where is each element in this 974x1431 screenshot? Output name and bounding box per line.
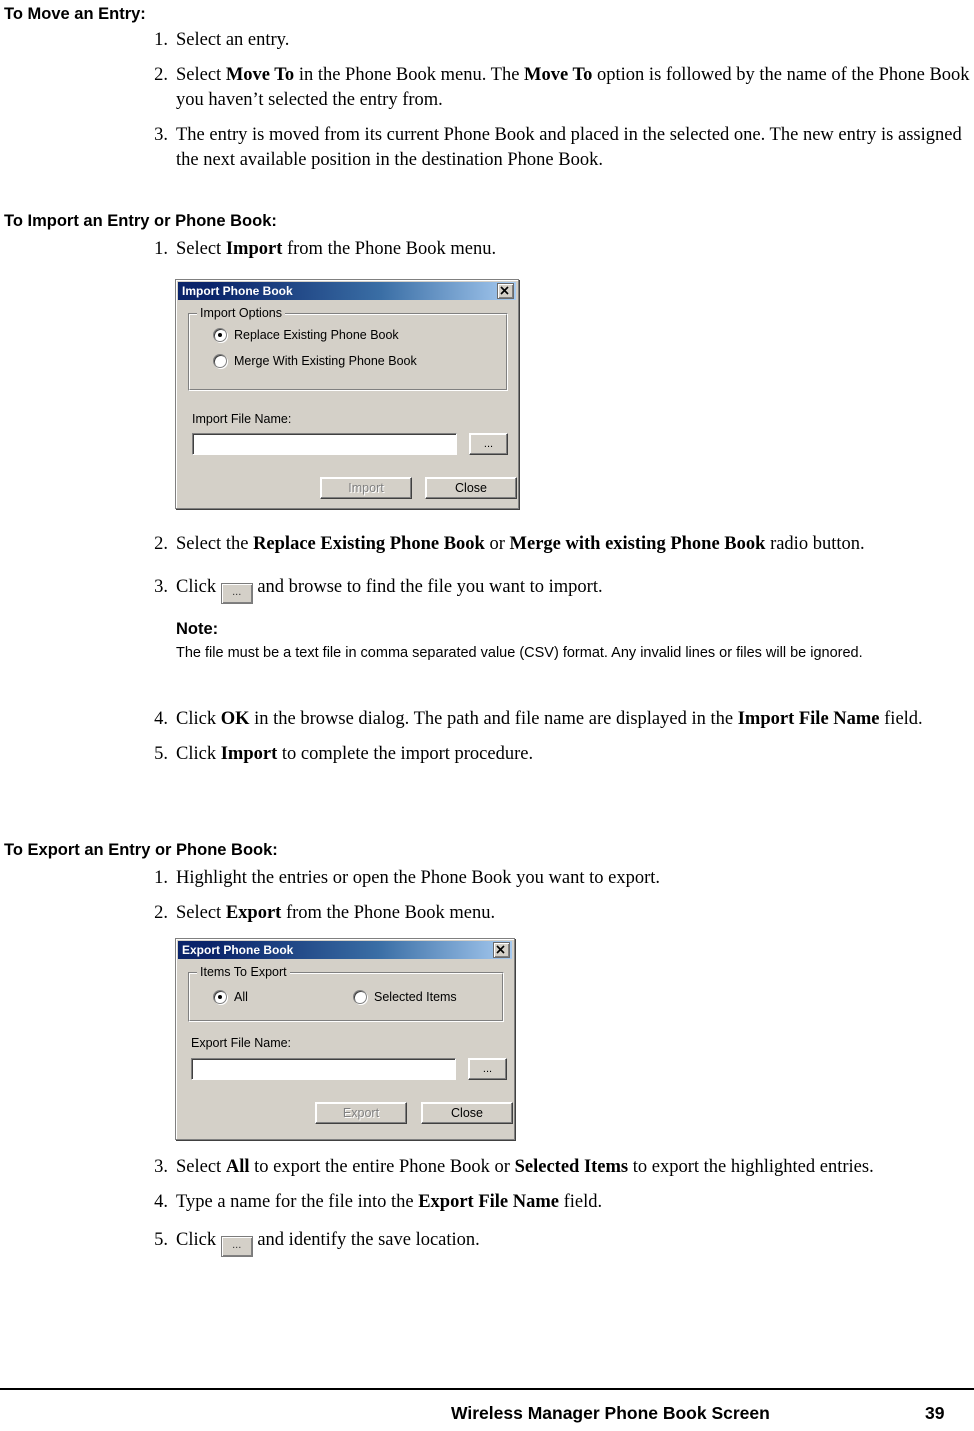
export-file-name-label: Export File Name: bbox=[191, 1036, 292, 1050]
list-item: 3. Click ... and browse to find the file… bbox=[142, 575, 970, 604]
list-item-number: 3. bbox=[154, 125, 168, 145]
radio-icon[interactable] bbox=[353, 990, 367, 1004]
list-item-text: Select Export from the Phone Book menu. bbox=[176, 903, 496, 923]
export-dialog-titlebar[interactable]: Export Phone Book bbox=[178, 941, 512, 959]
list-item: 1. Select Import from the Phone Book men… bbox=[142, 237, 970, 262]
list-item-number: 2. bbox=[154, 903, 168, 923]
import-phone-book-dialog[interactable]: Import Phone Book Import Options Replace… bbox=[175, 279, 519, 509]
list-item-number: 3. bbox=[154, 577, 168, 597]
list-item-text: Select Import from the Phone Book menu. bbox=[176, 239, 497, 259]
close-glyph bbox=[500, 286, 509, 295]
import-options-legend: Import Options bbox=[197, 306, 285, 320]
export-dialog-title: Export Phone Book bbox=[182, 943, 294, 957]
export-phone-book-dialog[interactable]: Export Phone Book Items To Export All Se… bbox=[175, 938, 515, 1140]
list-item: 1. Highlight the entries or open the Pho… bbox=[142, 866, 970, 891]
close-glyph bbox=[496, 945, 505, 954]
radio-replace-existing[interactable]: Replace Existing Phone Book bbox=[213, 328, 399, 342]
steps-import-1: 1. Select Import from the Phone Book men… bbox=[142, 237, 970, 272]
list-item-text: Type a name for the file into the Export… bbox=[176, 1192, 603, 1212]
note-block: Note: The file must be a text file in co… bbox=[176, 620, 966, 663]
list-item: 3. The entry is moved from its current P… bbox=[142, 123, 970, 173]
note-title: Note: bbox=[176, 620, 219, 638]
list-item-text-pre: Click bbox=[176, 1230, 221, 1250]
list-item-text: Select Move To in the Phone Book menu. T… bbox=[176, 65, 970, 110]
list-item: 4. Click OK in the browse dialog. The pa… bbox=[142, 707, 970, 732]
import-close-button[interactable]: Close bbox=[425, 477, 517, 499]
list-item-number: 3. bbox=[154, 1157, 168, 1177]
radio-icon[interactable] bbox=[213, 990, 227, 1004]
close-icon[interactable] bbox=[497, 283, 514, 299]
import-confirm-button[interactable]: Import bbox=[320, 477, 412, 499]
export-file-name-input[interactable] bbox=[191, 1058, 456, 1080]
radio-export-selected[interactable]: Selected Items bbox=[353, 990, 457, 1004]
radio-icon[interactable] bbox=[213, 328, 227, 342]
list-item-text-post: and browse to find the file you want to … bbox=[252, 577, 603, 597]
list-item-number: 2. bbox=[154, 534, 168, 554]
list-item-text: Select the Replace Existing Phone Book o… bbox=[176, 534, 865, 554]
heading-move-entry: To Move an Entry: bbox=[4, 5, 146, 23]
note-body: The file must be a text file in comma se… bbox=[176, 645, 863, 661]
radio-merge-existing[interactable]: Merge With Existing Phone Book bbox=[213, 354, 417, 368]
export-file-name-value bbox=[192, 1059, 455, 1065]
list-item-text-pre: Click bbox=[176, 577, 221, 597]
close-icon[interactable] bbox=[493, 942, 510, 958]
heading-import-entry: To Import an Entry or Phone Book: bbox=[4, 212, 277, 230]
heading-export-entry: To Export an Entry or Phone Book: bbox=[4, 841, 278, 859]
list-item-number: 5. bbox=[154, 744, 168, 764]
import-browse-button[interactable]: ... bbox=[469, 433, 508, 455]
list-item-text: Highlight the entries or open the Phone … bbox=[176, 868, 661, 888]
export-close-button[interactable]: Close bbox=[421, 1102, 513, 1124]
list-item: 4. Type a name for the file into the Exp… bbox=[142, 1190, 970, 1215]
radio-selected-label: Selected Items bbox=[374, 990, 457, 1004]
steps-export-3-4: 3. Select All to export the entire Phone… bbox=[142, 1155, 970, 1225]
list-item: 1. Select an entry. bbox=[142, 28, 970, 53]
list-item-text: Click Import to complete the import proc… bbox=[176, 744, 534, 764]
list-item-number: 1. bbox=[154, 30, 168, 50]
items-to-export-legend: Items To Export bbox=[197, 965, 290, 979]
import-file-name-label: Import File Name: bbox=[192, 412, 292, 426]
steps-import-4-5: 4. Click OK in the browse dialog. The pa… bbox=[142, 707, 970, 777]
footer-page-number: 39 bbox=[925, 1403, 945, 1423]
list-item: 5. Click ... and identify the save locat… bbox=[142, 1228, 970, 1257]
list-item: 2. Select the Replace Existing Phone Boo… bbox=[142, 532, 970, 557]
radio-all-label: All bbox=[234, 990, 248, 1004]
list-item-number: 1. bbox=[154, 868, 168, 888]
import-file-name-value bbox=[193, 434, 456, 440]
list-item-number: 4. bbox=[154, 709, 168, 729]
document-page: To Move an Entry: 1. Select an entry. 2.… bbox=[0, 0, 974, 1431]
list-item-text: Select All to export the entire Phone Bo… bbox=[176, 1157, 874, 1177]
steps-export-5: 5. Click ... and identify the save locat… bbox=[142, 1228, 970, 1267]
footer-title: Wireless Manager Phone Book Screen bbox=[451, 1403, 770, 1423]
import-options-group: Import Options Replace Existing Phone Bo… bbox=[188, 306, 508, 391]
steps-import-3: 3. Click ... and browse to find the file… bbox=[142, 575, 970, 614]
export-browse-button[interactable]: ... bbox=[468, 1058, 507, 1080]
inline-browse-icon[interactable]: ... bbox=[220, 1236, 253, 1257]
steps-import-2: 2. Select the Replace Existing Phone Boo… bbox=[142, 532, 970, 567]
items-to-export-group: Items To Export All Selected Items bbox=[188, 965, 504, 1022]
list-item-text: Select an entry. bbox=[176, 30, 290, 50]
list-item-number: 2. bbox=[154, 65, 168, 85]
export-confirm-button[interactable]: Export bbox=[315, 1102, 407, 1124]
list-item-number: 5. bbox=[154, 1230, 168, 1250]
inline-browse-icon[interactable]: ... bbox=[220, 583, 253, 604]
footer-divider bbox=[0, 1388, 974, 1390]
radio-icon[interactable] bbox=[213, 354, 227, 368]
list-item-number: 4. bbox=[154, 1192, 168, 1212]
list-item: 2. Select Move To in the Phone Book menu… bbox=[142, 63, 970, 113]
import-dialog-titlebar[interactable]: Import Phone Book bbox=[178, 282, 516, 300]
list-item-number: 1. bbox=[154, 239, 168, 259]
list-item-text: Click OK in the browse dialog. The path … bbox=[176, 709, 923, 729]
list-item-text: The entry is moved from its current Phon… bbox=[176, 125, 962, 170]
steps-move-entry: 1. Select an entry. 2. Select Move To in… bbox=[142, 28, 970, 183]
list-item: 5. Click Import to complete the import p… bbox=[142, 742, 970, 767]
list-item: 3. Select All to export the entire Phone… bbox=[142, 1155, 970, 1180]
import-dialog-title: Import Phone Book bbox=[182, 284, 293, 298]
radio-merge-label: Merge With Existing Phone Book bbox=[234, 354, 417, 368]
import-file-name-input[interactable] bbox=[192, 433, 457, 455]
list-item: 2. Select Export from the Phone Book men… bbox=[142, 901, 970, 926]
steps-export-1-2: 1. Highlight the entries or open the Pho… bbox=[142, 866, 970, 936]
radio-export-all[interactable]: All bbox=[213, 990, 248, 1004]
list-item-text-post: and identify the save location. bbox=[252, 1230, 480, 1250]
radio-replace-label: Replace Existing Phone Book bbox=[234, 328, 399, 342]
